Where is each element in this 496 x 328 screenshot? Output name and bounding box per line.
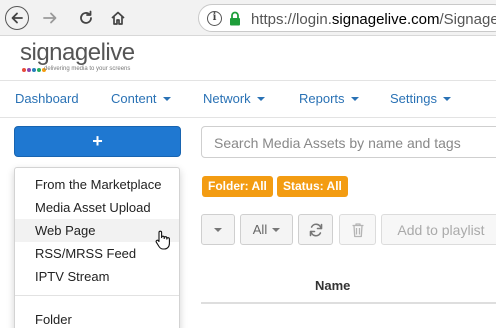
dropdown-divider xyxy=(15,295,179,296)
url-prefix: https://login. xyxy=(251,11,332,28)
forward-icon[interactable] xyxy=(38,6,62,30)
folder-filter-badge[interactable]: Folder: All xyxy=(202,176,273,197)
dropdown-item-iptv-stream[interactable]: IPTV Stream xyxy=(15,265,179,288)
logo-wordmark: signagelive xyxy=(20,39,135,66)
info-icon[interactable]: i xyxy=(207,11,222,26)
chevron-down-icon xyxy=(442,96,451,101)
menu-reports[interactable]: Reports xyxy=(299,91,359,106)
url-domain: signagelive.com xyxy=(331,11,440,28)
menu-content-label: Content xyxy=(111,91,157,106)
menu-settings-label: Settings xyxy=(390,91,437,106)
dropdown-item-media-upload[interactable]: Media Asset Upload xyxy=(15,196,179,219)
logo-tagline: delivering media to your screens xyxy=(44,66,131,72)
home-icon[interactable] xyxy=(106,6,130,30)
search-box[interactable] xyxy=(201,126,496,158)
trash-icon xyxy=(352,222,363,237)
add-media-button[interactable]: + xyxy=(14,126,181,157)
select-dropdown-button[interactable] xyxy=(201,214,235,245)
chevron-down-icon xyxy=(162,96,171,101)
menu-network-label: Network xyxy=(203,91,251,106)
filter-select-label: All xyxy=(252,222,268,237)
menu-network[interactable]: Network xyxy=(203,91,265,106)
add-to-playlist-button[interactable]: Add to playlist xyxy=(381,214,496,245)
menu-settings[interactable]: Settings xyxy=(390,91,451,106)
logo-dots xyxy=(22,68,46,72)
dropdown-item-marketplace[interactable]: From the Marketplace xyxy=(15,173,179,196)
menu-dashboard-label: Dashboard xyxy=(15,91,79,106)
browser-toolbar: i https://login.signagelive.com/Signage xyxy=(0,0,496,36)
delete-button[interactable] xyxy=(339,214,376,245)
status-filter-badge[interactable]: Status: All xyxy=(277,176,348,197)
caret-down-icon xyxy=(272,227,281,232)
menu-dashboard[interactable]: Dashboard xyxy=(15,91,79,106)
media-table-header: Name xyxy=(201,262,496,304)
menu-reports-label: Reports xyxy=(299,91,345,106)
hand-cursor-icon xyxy=(154,230,172,255)
main-menu: Dashboard Content Network Reports Settin… xyxy=(0,80,496,118)
chevron-down-icon xyxy=(256,96,265,101)
back-icon[interactable] xyxy=(5,6,29,30)
signagelive-logo[interactable]: signagelive delivering media to your scr… xyxy=(20,39,135,72)
url-text[interactable]: https://login.signagelive.com/Signage xyxy=(251,11,496,28)
menu-content[interactable]: Content xyxy=(111,91,171,106)
caret-down-icon xyxy=(214,227,222,232)
lock-icon[interactable] xyxy=(229,11,241,31)
reload-icon[interactable] xyxy=(74,6,98,30)
refresh-icon xyxy=(309,222,322,237)
search-input[interactable] xyxy=(214,133,494,153)
refresh-button[interactable] xyxy=(298,214,333,245)
filter-select-all[interactable]: All xyxy=(240,214,293,245)
dropdown-item-folder[interactable]: Folder xyxy=(15,308,179,328)
address-bar[interactable]: i https://login.signagelive.com/Signage xyxy=(198,4,496,32)
url-path: /Signage xyxy=(439,11,496,28)
column-header-name[interactable]: Name xyxy=(315,278,350,293)
chevron-down-icon xyxy=(350,96,359,101)
